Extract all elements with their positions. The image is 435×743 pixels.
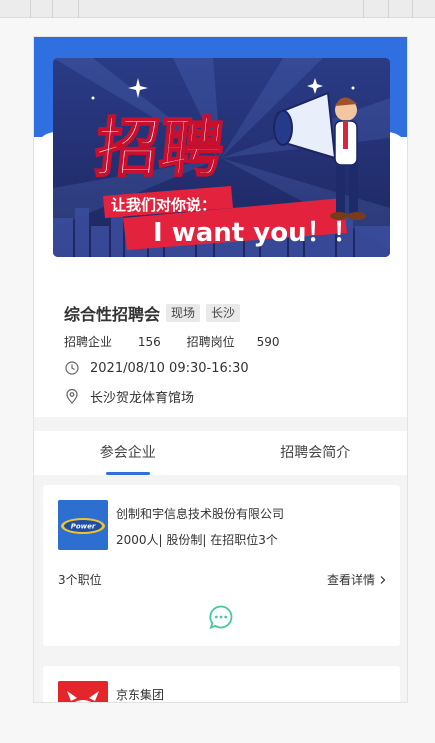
toolbar-divider bbox=[52, 0, 53, 18]
datetime-row: 2021/08/10 09:30-16:30 bbox=[64, 360, 249, 376]
company-name[interactable]: 创制和宇信息技术股份有限公司 bbox=[116, 505, 284, 522]
logo-text: Power bbox=[71, 523, 96, 531]
tab-companies[interactable]: 参会企业 bbox=[34, 431, 222, 475]
companies-stat: 招聘企业 156 bbox=[64, 335, 161, 349]
chevron-right-icon bbox=[380, 575, 386, 584]
banner-slogan: I want you！！ bbox=[153, 218, 359, 248]
fair-datetime: 2021/08/10 09:30-16:30 bbox=[90, 360, 249, 376]
banner-illustration: 招聘 让我们对你说： I want you！！ bbox=[53, 58, 390, 257]
company-card[interactable]: 京东集团 bbox=[43, 666, 400, 702]
toolbar-divider bbox=[78, 0, 79, 18]
company-meta: 2000人| 股份制| 在招职位3个 bbox=[116, 533, 278, 547]
view-details-label: 查看详情 bbox=[326, 573, 375, 587]
positions-stat: 招聘岗位 590 bbox=[186, 335, 280, 349]
view-details-link[interactable]: 查看详情 bbox=[327, 571, 388, 588]
tab-bar: 参会企业 招聘会简介 bbox=[34, 431, 408, 475]
company-logo: Power bbox=[58, 500, 108, 550]
toolbar-divider bbox=[412, 0, 413, 18]
tab-fair-intro[interactable]: 招聘会简介 bbox=[222, 431, 408, 475]
recruitment-banner[interactable]: 招聘 让我们对你说： I want you！！ bbox=[53, 58, 390, 257]
company-job-count: 3个职位 bbox=[58, 573, 102, 587]
location-row: 长沙贺龙体育馆场 bbox=[64, 387, 194, 406]
company-logo bbox=[58, 681, 108, 702]
tag-onsite: 现场 bbox=[166, 304, 201, 322]
fair-title-row: 综合性招聘会 现场 长沙 bbox=[64, 301, 241, 325]
banner-headline: 招聘 bbox=[92, 111, 228, 186]
mobile-screen[interactable]: 招聘 让我们对你说： I want you！！ 综合性招聘会 现场 长沙 招聘企… bbox=[33, 36, 408, 703]
clock-icon bbox=[64, 360, 80, 376]
fair-header: 招聘 让我们对你说： I want you！！ 综合性招聘会 现场 长沙 招聘企… bbox=[34, 37, 407, 417]
location-pin-icon bbox=[64, 389, 80, 405]
toolbar-divider bbox=[363, 0, 364, 18]
chat-icon[interactable] bbox=[208, 604, 234, 630]
fair-title: 综合性招聘会 bbox=[64, 305, 161, 324]
company-card[interactable]: Power 创制和宇信息技术股份有限公司 2000人| 股份制| 在招职位3个 … bbox=[43, 485, 400, 646]
toolbar-divider bbox=[388, 0, 389, 18]
fair-stats: 招聘企业 156 招聘岗位 590 bbox=[64, 333, 280, 350]
toolbar-divider bbox=[30, 0, 31, 18]
company-name[interactable]: 京东集团 bbox=[116, 686, 164, 702]
browser-toolbar bbox=[0, 0, 435, 18]
tag-city: 长沙 bbox=[206, 304, 241, 322]
fair-location: 长沙贺龙体育馆场 bbox=[90, 391, 195, 406]
